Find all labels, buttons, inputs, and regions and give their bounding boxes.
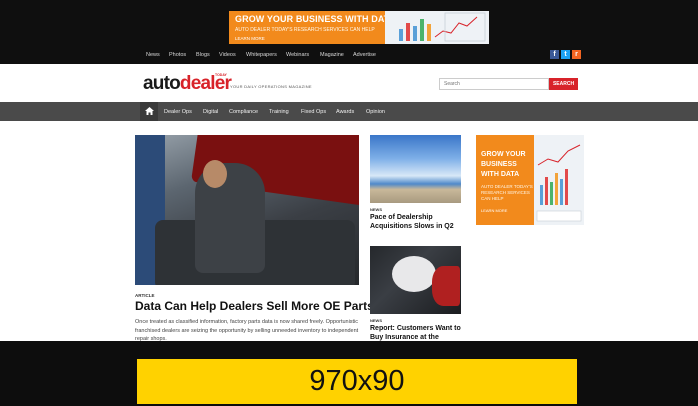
sidebar-ad-cta[interactable]: LEARN MORE	[481, 208, 507, 213]
logo-tagline: YOUR DAILY OPERATIONS MAGAZINE	[230, 84, 312, 89]
nav-opinion[interactable]: Opinion	[366, 109, 385, 115]
chart-icon	[399, 12, 486, 42]
top-ad-subline: AUTO DEALER TODAY'S RESEARCH SERVICES CA…	[235, 27, 375, 33]
util-link-blogs[interactable]: Blogs	[196, 52, 210, 58]
bottom-banner-placeholder[interactable]: 970x90	[137, 359, 577, 404]
nav-fixed-ops[interactable]: Fixed Ops	[301, 109, 326, 115]
search-button[interactable]: SEARCH	[549, 78, 578, 90]
util-link-whitepapers[interactable]: Whitepapers	[246, 52, 277, 58]
util-link-videos[interactable]: Videos	[219, 52, 236, 58]
search-input[interactable]	[439, 78, 549, 90]
util-link-advertise[interactable]: Advertise	[353, 52, 376, 58]
site-header: autodealer TODAY YOUR DAILY OPERATIONS M…	[0, 64, 698, 102]
utility-nav: News Photos Blogs Videos Whitepapers Web…	[0, 46, 698, 64]
nav-digital[interactable]: Digital	[203, 109, 218, 115]
nav-training[interactable]: Training	[269, 109, 289, 115]
top-ad-cta[interactable]: LEARN MORE	[235, 36, 265, 41]
top-banner-ad[interactable]: GROW YOUR BUSINESS WITH DATA AUTO DEALER…	[229, 11, 489, 44]
story-title-acquisitions[interactable]: Pace of Dealership Acquisitions Slows in…	[370, 213, 465, 231]
story-tag: NEWS	[370, 207, 382, 212]
twitter-icon[interactable]: t	[561, 50, 570, 59]
util-link-webinars[interactable]: Webinars	[286, 52, 309, 58]
util-link-news[interactable]: News	[146, 52, 160, 58]
rss-icon[interactable]: r	[572, 50, 581, 59]
top-ad-strip: GROW YOUR BUSINESS WITH DATA AUTO DEALER…	[0, 0, 698, 46]
main-nav: Dealer Ops Digital Compliance Training F…	[0, 102, 698, 121]
sidebar-ad-title: GROW YOUR BUSINESS WITH DATA	[481, 151, 526, 178]
featured-article-tag: ARTICLE	[135, 293, 155, 298]
logo-today-text: TODAY	[215, 73, 227, 77]
nav-dealer-ops[interactable]: Dealer Ops	[164, 109, 192, 115]
facebook-icon[interactable]: f	[550, 50, 559, 59]
top-ad-chart-image	[385, 11, 489, 44]
story-title-insurance[interactable]: Report: Customers Want to Buy Insurance …	[370, 324, 465, 342]
home-icon[interactable]	[140, 102, 158, 121]
story-tag: NEWS	[370, 318, 382, 323]
story-image-insurance[interactable]	[370, 246, 461, 314]
sidebar-ad-subline: AUTO DEALER TODAY'S RESEARCH SERVICES CA…	[481, 184, 533, 202]
featured-article-title[interactable]: Data Can Help Dealers Sell More OE Parts	[135, 299, 374, 313]
nav-awards[interactable]: Awards	[336, 109, 354, 115]
featured-article-excerpt: Once treated as classified information, …	[135, 319, 359, 342]
nav-compliance[interactable]: Compliance	[229, 109, 258, 115]
sidebar-ad[interactable]: GROW YOUR BUSINESS WITH DATA AUTO DEALER…	[476, 135, 584, 225]
chart-icon	[536, 144, 582, 222]
featured-article-image[interactable]	[135, 135, 359, 285]
logo-auto-text: auto	[143, 73, 181, 94]
sidebar-ad-chart-image	[534, 135, 584, 225]
util-link-photos[interactable]: Photos	[169, 52, 186, 58]
story-image-acquisitions[interactable]	[370, 135, 461, 203]
top-ad-headline: GROW YOUR BUSINESS WITH DATA	[235, 14, 396, 24]
util-link-magazine[interactable]: Magazine	[320, 52, 344, 58]
